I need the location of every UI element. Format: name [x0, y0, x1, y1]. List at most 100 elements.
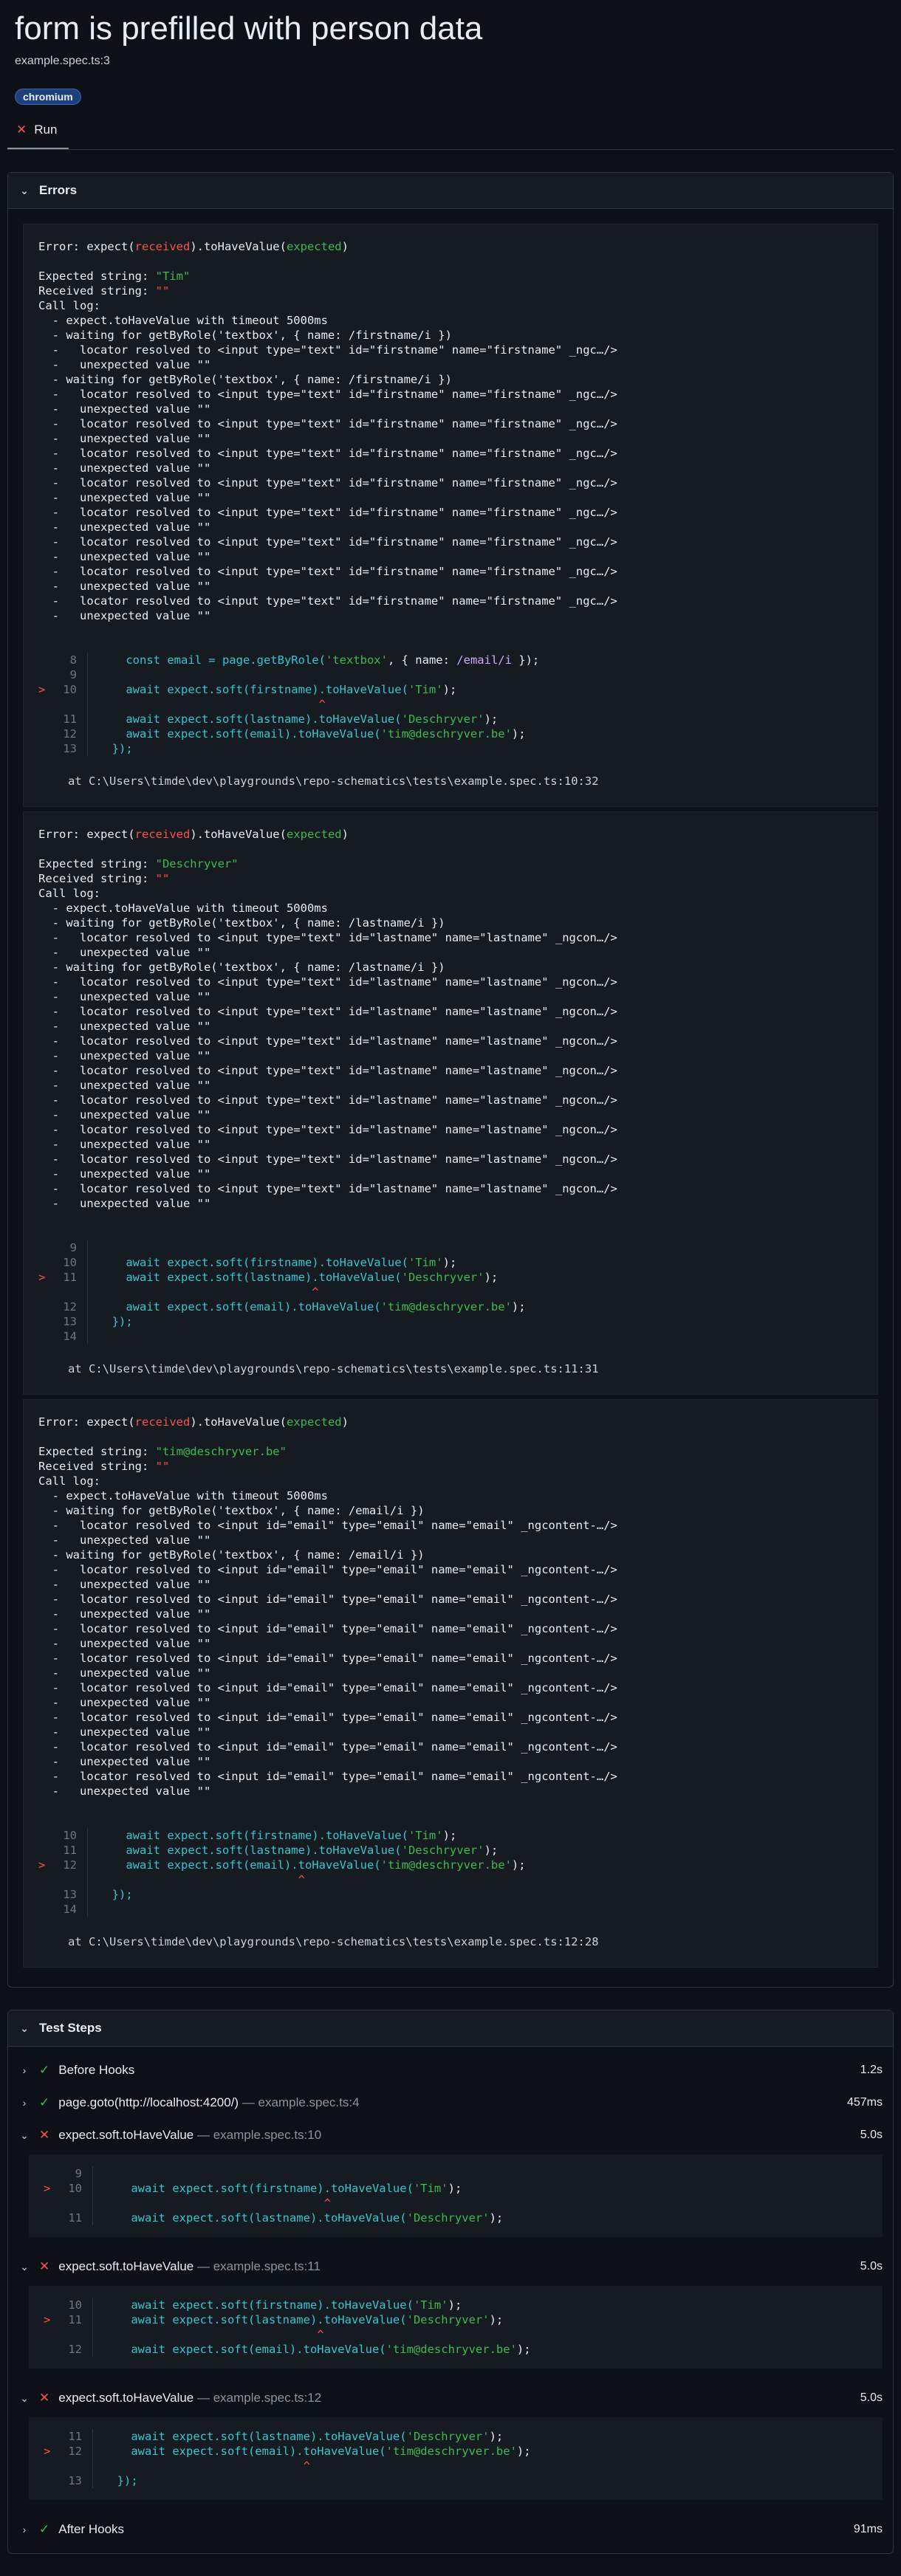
line-number: 13 [68, 2474, 82, 2487]
current-line-marker [38, 1329, 50, 1344]
chevron-right-icon[interactable]: › [18, 2064, 30, 2076]
chevron-down-icon[interactable]: ⌄ [18, 2392, 30, 2405]
code-text: }); [98, 1887, 133, 1902]
cross-icon: ✕ [39, 2391, 50, 2405]
call-log-line: - locator resolved to <input type="text"… [38, 1093, 617, 1107]
code-string: 'Tim' [408, 1829, 443, 1842]
gutter-separator [87, 653, 88, 667]
line-number: 11 [68, 2430, 82, 2443]
line-number: 12 [68, 2343, 82, 2356]
current-line-marker [38, 1828, 50, 1843]
code-segment: const email = page.getByRole( [98, 653, 326, 667]
test-step-name: expect.soft.toHaveValue [58, 2391, 194, 2405]
code-line: >11 await expect.soft(lastname).toHaveVa… [38, 1270, 863, 1285]
code-segment: ); [484, 1271, 499, 1284]
expected-label: Expected string: [38, 269, 156, 283]
code-text: await expect.soft(email).toHaveValue('ti… [103, 2342, 530, 2357]
gutter-separator [92, 2298, 93, 2312]
code-text: ^ [98, 1285, 318, 1299]
call-log-line: - locator resolved to <input type="text"… [38, 1064, 617, 1077]
code-text: await expect.soft(lastname).toHaveValue(… [103, 2211, 503, 2225]
error-heading-received: received [134, 828, 191, 841]
call-log-line: - locator resolved to <input id="email" … [38, 1593, 617, 1606]
gutter-separator [92, 2429, 93, 2444]
test-step-duration: 1.2s [860, 2064, 883, 2076]
error-block: Error: expect(received).toHaveValue(expe… [23, 224, 878, 807]
tab-run[interactable]: ✕ Run [7, 117, 69, 149]
page-title: form is prefilled with person data [15, 10, 483, 47]
gutter-separator [87, 1872, 88, 1887]
test-steps-section-title: Test Steps [39, 2021, 102, 2035]
code-segment: ^ [103, 2459, 310, 2473]
chevron-right-icon[interactable]: › [18, 2097, 30, 2109]
line-number [55, 2327, 92, 2342]
test-step-location: — example.spec.ts:10 [193, 2128, 322, 2142]
current-line-marker: > [44, 2313, 51, 2326]
gutter-separator [87, 1285, 88, 1299]
code-segment: await expect.soft(email).toHaveValue( [103, 2343, 386, 2356]
call-log-line: - locator resolved to <input type="text"… [38, 1005, 617, 1018]
current-line-marker [38, 1255, 50, 1270]
check-icon: ✓ [39, 2063, 50, 2077]
code-segment: , { name: [387, 653, 457, 667]
test-steps-section-header[interactable]: ⌄ Test Steps [8, 2010, 893, 2047]
chevron-down-icon[interactable]: ⌄ [18, 2129, 30, 2142]
call-log-line: - locator resolved to <input type="text"… [38, 1182, 617, 1195]
call-log-line: - unexpected value "" [38, 1725, 211, 1739]
call-log-line: - locator resolved to <input type="text"… [38, 417, 617, 430]
expected-label: Expected string: [38, 1445, 156, 1458]
code-line: ^ [38, 1285, 863, 1299]
gutter-separator [92, 2166, 93, 2181]
call-log-line: - waiting for getByRole('textbox', { nam… [38, 1504, 425, 1517]
tab-run-label: Run [34, 123, 58, 137]
project-badge[interactable]: chromium [15, 89, 81, 105]
code-string: 'Deschryver' [401, 712, 484, 726]
test-step-row[interactable]: › ✓ After Hooks 91ms [8, 2513, 893, 2546]
test-step-row[interactable]: › ✓ Before Hooks 1.2s [8, 2054, 893, 2086]
code-line: >10 await expect.soft(firstname).toHaveV… [44, 2181, 868, 2196]
gutter-separator [92, 2473, 93, 2488]
call-log-line: - unexpected value "" [38, 550, 211, 563]
code-segment: await expect.soft(email).toHaveValue( [98, 1300, 381, 1313]
line-number: 10 [63, 683, 77, 696]
gutter-separator [87, 712, 88, 727]
code-gap [38, 1211, 863, 1240]
call-log-line: Call log: [38, 887, 100, 900]
code-line: ^ [38, 1872, 863, 1887]
code-line: ^ [44, 2196, 868, 2211]
test-step-row[interactable]: ⌄ ✕ expect.soft.toHaveValue — example.spec… [8, 2250, 893, 2283]
code-segment: await expect.soft(email).toHaveValue( [103, 2445, 386, 2458]
cross-icon: ✕ [16, 123, 27, 137]
stack-location: at C:\Users\timde\dev\playgrounds\repo-s… [68, 774, 599, 788]
test-step-row[interactable]: ⌄ ✕ expect.soft.toHaveValue — example.spec… [8, 2382, 893, 2414]
gutter-separator [87, 1329, 88, 1344]
test-step-left: ⌄ ✕ expect.soft.toHaveValue — example.spec… [18, 2128, 321, 2143]
call-log-line: - locator resolved to <input type="text"… [38, 931, 617, 944]
line-number [55, 2196, 92, 2211]
error-heading-prefix: Error: expect( [38, 1415, 135, 1429]
chevron-right-icon[interactable]: › [18, 2524, 30, 2535]
call-log-line: - locator resolved to <input type="text"… [38, 565, 617, 578]
test-step-row[interactable]: › ✓ page.goto(http://localhost:4200/) — ex… [8, 2086, 893, 2119]
code-text: await expect.soft(lastname).toHaveValue(… [103, 2429, 503, 2444]
error-heading-expected: expected [286, 828, 342, 841]
code-segment: await expect.soft(lastname).toHaveValue( [103, 2211, 407, 2225]
test-step-code: 11 await expect.soft(lastname).toHaveVal… [29, 2417, 883, 2500]
code-segment: ^ [103, 2197, 331, 2210]
error-block: Error: expect(received).toHaveValue(expe… [23, 1399, 878, 1968]
test-location: example.spec.ts:3 [15, 55, 110, 67]
test-step-row[interactable]: ⌄ ✕ expect.soft.toHaveValue — example.spec… [8, 2119, 893, 2151]
code-segment: }); [98, 742, 133, 755]
test-step-name: expect.soft.toHaveValue [58, 2128, 194, 2142]
code-text: await expect.soft(firstname).toHaveValue… [98, 1255, 456, 1270]
line-number [50, 697, 87, 712]
current-line-marker [38, 667, 50, 682]
test-step-title: expect.soft.toHaveValue — example.spec.t… [58, 2391, 321, 2405]
code-segment: ); [511, 1300, 526, 1313]
chevron-down-icon[interactable]: ⌄ [18, 2261, 30, 2273]
expected-line: Expected string: "Tim" [38, 269, 863, 284]
current-line-marker [38, 1843, 50, 1858]
code-line: 14 [38, 1902, 863, 1917]
current-line-marker [38, 1902, 50, 1917]
errors-section-header[interactable]: ⌄ Errors [8, 173, 893, 209]
